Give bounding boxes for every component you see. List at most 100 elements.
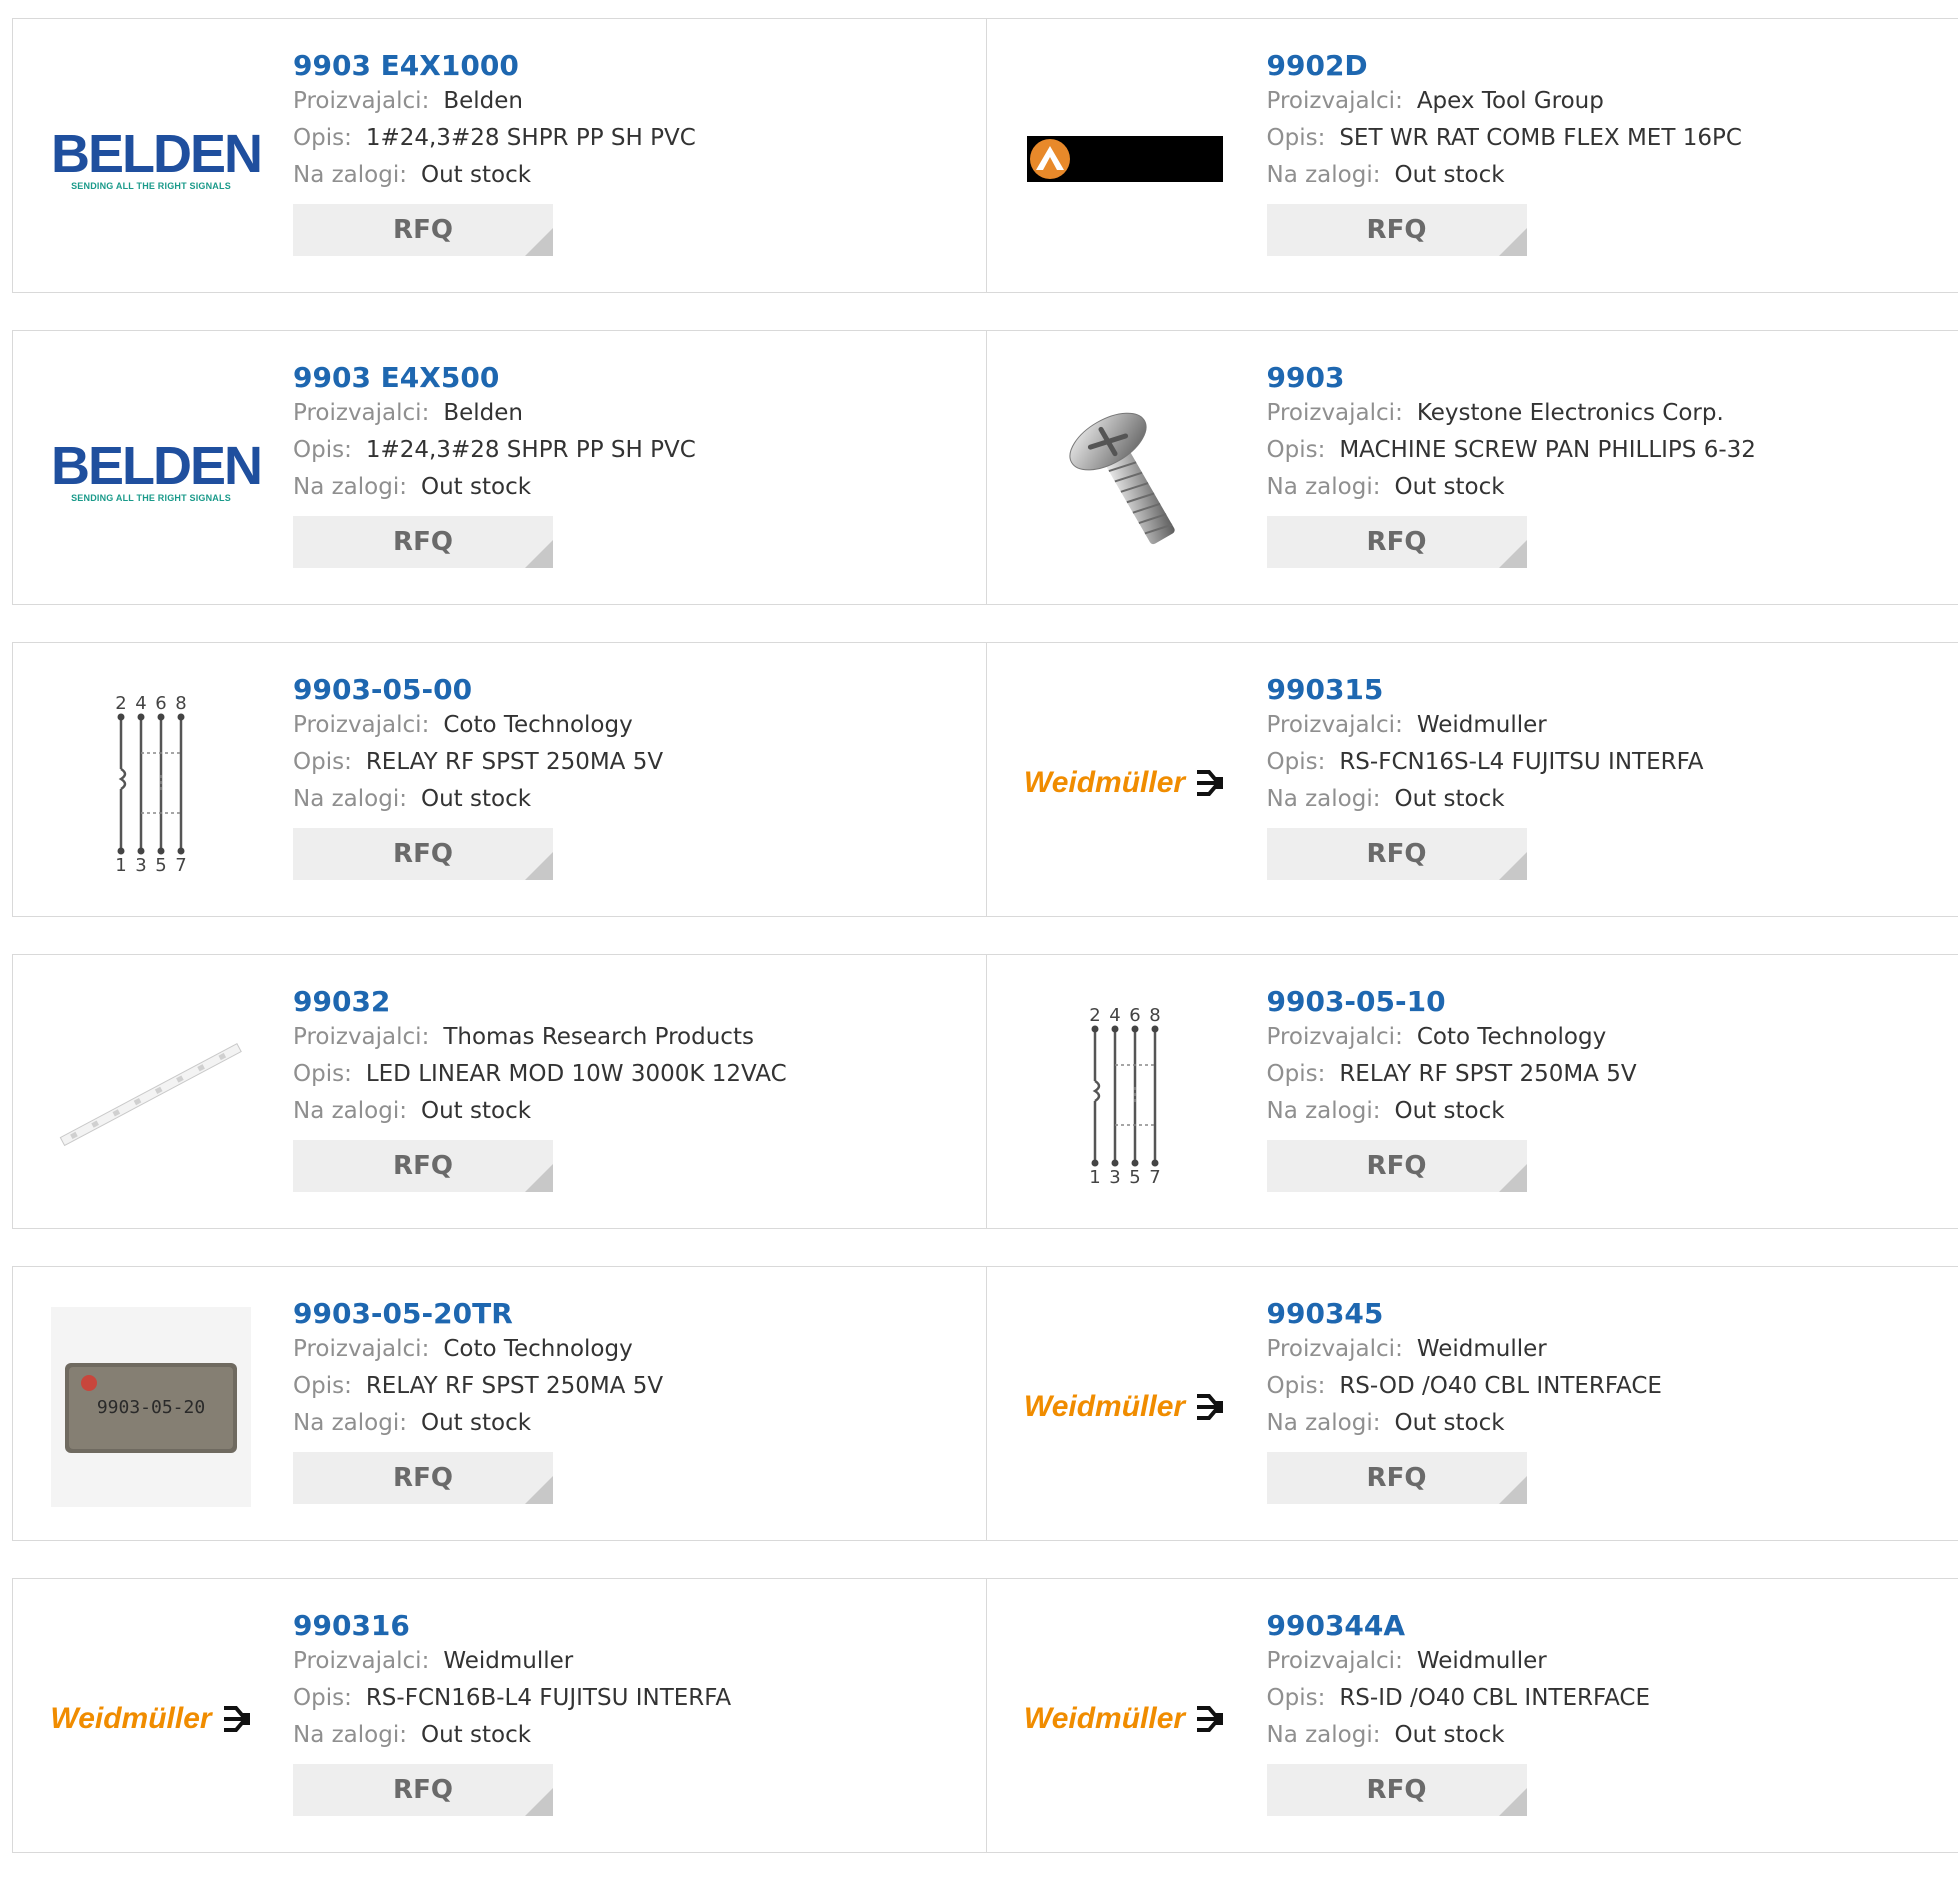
rfq-button[interactable]: RFQ [293,1452,553,1504]
product-card: 2 4 6 8 1 3 5 7 9903-05-10Pro [986,955,1958,1228]
corner-triangle-icon [525,1476,553,1504]
product-thumbnail[interactable]: BELDEN SENDING ALL THE RIGHT SIGNALS [51,371,251,571]
part-number-link[interactable]: 9902D [1267,49,1949,83]
part-number-link[interactable]: 9903-05-00 [293,673,976,707]
rfq-button-label: RFQ [1367,1463,1427,1493]
part-number-link[interactable]: 9903 E4X1000 [293,49,976,83]
part-number-link[interactable]: 990316 [293,1609,976,1643]
manufacturer-line: Proizvajalci:Coto Technology [1267,1019,1949,1056]
part-number-link[interactable]: 9903-05-10 [1267,985,1949,1019]
product-list: BELDEN SENDING ALL THE RIGHT SIGNALS 990… [12,18,1958,1890]
description-label: Opis: [293,749,352,775]
description-label: Opis: [1267,1685,1326,1711]
product-info: 9902DProizvajalci:Apex Tool GroupOpis:SE… [1267,49,1949,256]
product-thumbnail[interactable]: Weidmüller [1025,683,1225,883]
description-line: Opis:RELAY RF SPST 250MA 5V [1267,1056,1949,1093]
rfq-button[interactable]: RFQ [293,516,553,568]
product-thumbnail[interactable]: 2 4 6 8 1 3 5 7 [1025,995,1225,1195]
weidmuller-wordmark: Weidmüller [1024,766,1185,800]
corner-triangle-icon [525,228,553,256]
product-thumbnail[interactable]: BELDEN SENDING ALL THE RIGHT SIGNALS [51,59,251,259]
relay-pin-8: 8 [175,693,186,714]
rfq-button[interactable]: RFQ [1267,516,1527,568]
rfq-button[interactable]: RFQ [1267,204,1527,256]
part-number-link[interactable]: 99032 [293,985,976,1019]
relay-pin-6: 6 [155,693,166,714]
product-row: Weidmüller 990316 Proizvajalci:Weidmuller… [12,1578,1958,1853]
description-label: Opis: [293,1685,352,1711]
description-value: 1#24,3#28 SHPR PP SH PVC [366,437,696,463]
product-thumbnail[interactable] [1025,371,1225,571]
rfq-button[interactable]: RFQ [1267,1140,1527,1192]
weidmuller-wordmark: Weidmüller [1024,1390,1185,1424]
product-thumbnail[interactable]: 2 4 6 8 1 3 5 7 [51,683,251,883]
part-number-link[interactable]: 9903 [1267,361,1949,395]
rfq-button-label: RFQ [393,1775,453,1805]
description-label: Opis: [1267,1373,1326,1399]
manufacturer-line: Proizvajalci:Apex Tool Group [1267,83,1949,120]
weidmuller-symbol-icon [1195,1706,1225,1732]
rfq-button[interactable]: RFQ [1267,1764,1527,1816]
stock-label: Na zalogi: [1267,162,1381,188]
stock-label: Na zalogi: [1267,474,1381,500]
manufacturer-value: Weidmuller [443,1648,573,1674]
stock-label: Na zalogi: [293,786,407,812]
relay-pin-2: 2 [115,693,126,714]
rfq-button[interactable]: RFQ [1267,828,1527,880]
description-line: Opis:RS-ID /O40 CBL INTERFACE [1267,1680,1949,1717]
stock-line: Na zalogi:Out stock [1267,1405,1949,1442]
stock-line: Na zalogi: Out stock [293,781,976,818]
product-thumbnail[interactable]: Weidmüller [1025,1307,1225,1507]
manufacturer-label: Proizvajalci: [293,712,429,738]
part-number-link[interactable]: 990315 [1267,673,1949,707]
description-line: Opis:RS-FCN16B-L4 FUJITSU INTERFA [293,1680,976,1717]
manufacturer-value: Coto Technology [443,1336,632,1362]
relay-pin-3: 3 [135,855,146,876]
part-number-link[interactable]: 9903-05-20TR [293,1297,976,1331]
description-line: Opis:MACHINE SCREW PAN PHILLIPS 6-32 [1267,432,1949,469]
belden-wordmark: BELDEN [51,439,251,493]
rfq-button[interactable]: RFQ [293,1140,553,1192]
manufacturer-label: Proizvajalci: [293,1336,429,1362]
relay-chip-image: 9903-05-20 [51,1307,251,1507]
description-label: Opis: [1267,437,1326,463]
weidmuller-symbol-icon [222,1706,252,1732]
manufacturer-label: Proizvajalci: [1267,712,1403,738]
description-value: SET WR RAT COMB FLEX MET 16PC [1339,125,1742,151]
manufacturer-value: Coto Technology [443,712,632,738]
weidmuller-logo: Weidmüller [50,1702,251,1736]
manufacturer-line: Proizvajalci:Thomas Research Products [293,1019,976,1056]
belden-logo: BELDEN SENDING ALL THE RIGHT SIGNALS [51,439,251,503]
product-card: 99032Proizvajalci:Thomas Research Produc… [13,955,986,1228]
product-thumbnail[interactable]: 9903-05-20 [51,1307,251,1507]
relay-pin-1: 1 [1089,1167,1100,1188]
rfq-button[interactable]: RFQ [293,1764,553,1816]
rfq-button[interactable]: RFQ [293,828,553,880]
stock-line: Na zalogi:Out stock [1267,1717,1949,1754]
rfq-button-label: RFQ [393,527,453,557]
relay-pin-1: 1 [115,855,126,876]
product-thumbnail[interactable]: Weidmüller [1025,1619,1225,1819]
product-info: 990345Proizvajalci:WeidmullerOpis:RS-OD … [1267,1297,1949,1504]
rfq-button[interactable]: RFQ [293,204,553,256]
manufacturer-label: Proizvajalci: [1267,400,1403,426]
part-number-link[interactable]: 990344A [1267,1609,1949,1643]
description-line: Opis:1#24,3#28 SHPR PP SH PVC [293,120,976,157]
product-thumbnail[interactable] [1025,59,1225,259]
description-value: 1#24,3#28 SHPR PP SH PVC [366,125,696,151]
manufacturer-line: Proizvajalci:Weidmuller [1267,1643,1949,1680]
part-number-link[interactable]: 990345 [1267,1297,1949,1331]
part-number-link[interactable]: 9903 E4X500 [293,361,976,395]
product-thumbnail[interactable]: Weidmüller [51,1619,251,1819]
stock-label: Na zalogi: [1267,1410,1381,1436]
manufacturer-value: Weidmuller [1417,1648,1547,1674]
led-strip-image [51,995,251,1195]
stock-value: Out stock [1394,1098,1504,1124]
stock-value: Out stock [421,786,531,812]
description-label: Opis: [293,1061,352,1087]
rfq-button[interactable]: RFQ [1267,1452,1527,1504]
stock-label: Na zalogi: [293,162,407,188]
rfq-button-label: RFQ [1367,839,1427,869]
relay-pin-2: 2 [1089,1005,1100,1026]
product-thumbnail[interactable] [51,995,251,1195]
